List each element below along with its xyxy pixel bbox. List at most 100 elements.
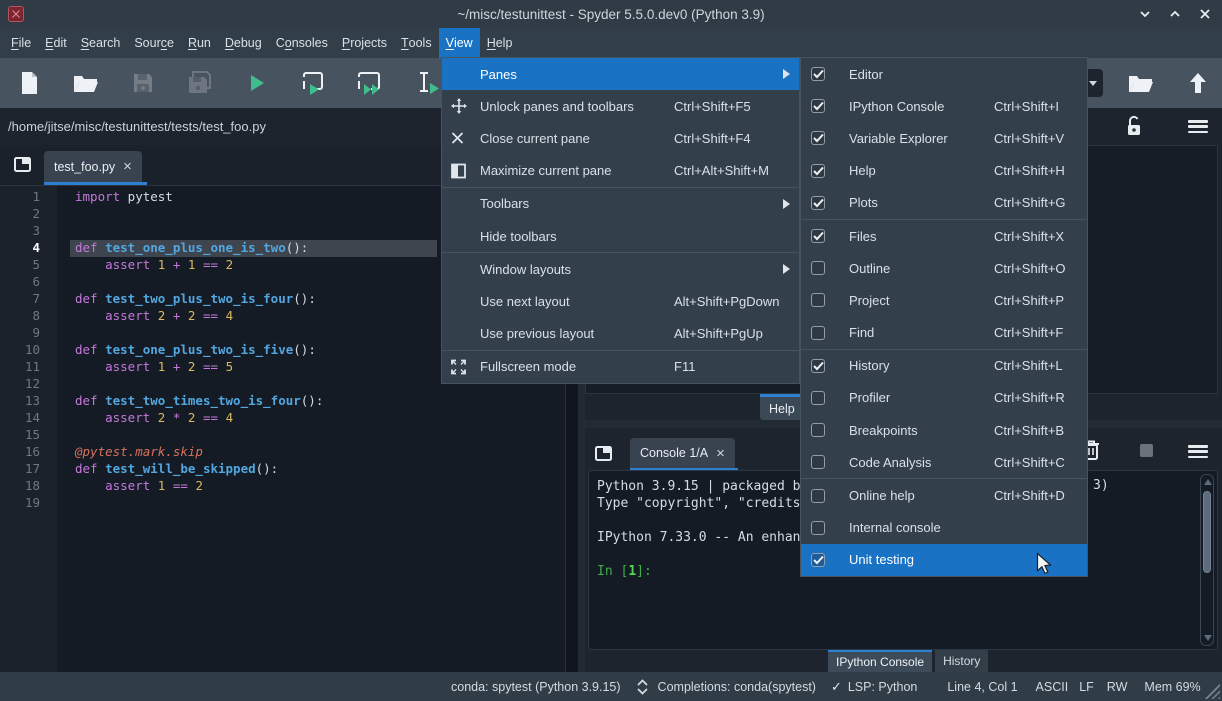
scrollbar-thumb[interactable] xyxy=(1203,491,1211,573)
encoding-status: ASCII xyxy=(1036,680,1069,694)
new-file-button[interactable] xyxy=(0,61,57,105)
panes-menu-item-ipython-console[interactable]: IPython ConsoleCtrl+Shift+I xyxy=(801,90,1087,122)
editor-tab[interactable]: test_foo.py × xyxy=(44,151,142,182)
resize-grip[interactable] xyxy=(1204,683,1220,699)
panes-menu-item-breakpoints[interactable]: BreakpointsCtrl+Shift+B xyxy=(801,414,1087,446)
checkbox-checked-icon[interactable] xyxy=(811,229,825,243)
parent-directory-button[interactable] xyxy=(1169,61,1222,105)
panes-menu-item-help[interactable]: HelpCtrl+Shift+H xyxy=(801,155,1087,187)
scroll-up-icon[interactable] xyxy=(1204,479,1212,485)
code-line: def test_two_times_two_is_four(): xyxy=(57,393,565,410)
checkbox-checked-icon[interactable] xyxy=(811,164,825,178)
help-options-menu-button[interactable] xyxy=(1188,120,1208,133)
panes-menu-item-internal-console[interactable]: Internal console xyxy=(801,512,1087,544)
conda-env-status: conda: spytest (Python 3.9.15) xyxy=(451,680,621,694)
tab-history[interactable]: History xyxy=(935,650,988,672)
view-menu-item-hide-toolbars[interactable]: Hide toolbars xyxy=(442,220,799,252)
menubar-item-run[interactable]: Run xyxy=(181,28,218,58)
line-number: 3 xyxy=(0,223,57,240)
open-file-button[interactable] xyxy=(57,61,114,105)
statusbar: conda: spytest (Python 3.9.15) Completio… xyxy=(0,672,1222,701)
browse-tabs-icon[interactable] xyxy=(14,157,31,172)
line-number: 18 xyxy=(0,478,57,495)
tab-help[interactable]: Help xyxy=(760,394,804,420)
menu-item-label: Window layouts xyxy=(480,262,571,277)
minimize-button[interactable] xyxy=(1134,3,1156,25)
view-menu-item-fullscreen-mode[interactable]: Fullscreen modeF11 xyxy=(442,351,799,383)
checkbox-unchecked-icon[interactable] xyxy=(811,326,825,340)
panes-menu-item-plots[interactable]: PlotsCtrl+Shift+G xyxy=(801,187,1087,219)
menubar-item-help[interactable]: Help xyxy=(480,28,520,58)
save-all-button[interactable] xyxy=(171,61,228,105)
checkbox-unchecked-icon[interactable] xyxy=(811,261,825,275)
maximize-button[interactable] xyxy=(1164,3,1186,25)
checkbox-checked-icon[interactable] xyxy=(811,359,825,373)
menu-item-label: Hide toolbars xyxy=(480,229,557,244)
view-menu-item-use-previous-layout[interactable]: Use previous layoutAlt+Shift+PgUp xyxy=(442,318,799,350)
run-cell-advance-button[interactable] xyxy=(342,61,399,105)
menubar-item-edit[interactable]: Edit xyxy=(38,28,74,58)
run-file-button[interactable] xyxy=(228,61,285,105)
maximize-icon xyxy=(451,163,466,178)
save-file-button[interactable] xyxy=(114,61,171,105)
checkbox-checked-icon[interactable] xyxy=(811,131,825,145)
close-button[interactable] xyxy=(1194,3,1216,25)
panes-menu-item-online-help[interactable]: Online helpCtrl+Shift+D xyxy=(801,479,1087,511)
panes-menu-item-outline[interactable]: OutlineCtrl+Shift+O xyxy=(801,252,1087,284)
tab-close-icon[interactable]: × xyxy=(716,446,725,461)
unlock-pane-icon[interactable] xyxy=(1125,115,1143,137)
menu-item-shortcut: Ctrl+Shift+D xyxy=(994,488,1065,503)
checkbox-checked-icon[interactable] xyxy=(811,67,825,81)
scroll-down-icon[interactable] xyxy=(1204,635,1212,641)
checkbox-unchecked-icon[interactable] xyxy=(811,293,825,307)
console-options-menu-button[interactable] xyxy=(1188,445,1208,458)
chevron-down-icon xyxy=(1089,81,1097,86)
menubar-item-search[interactable]: Search xyxy=(74,28,128,58)
completions-icon xyxy=(635,679,650,695)
console-scrollbar[interactable] xyxy=(1200,474,1214,646)
panes-menu-item-find[interactable]: FindCtrl+Shift+F xyxy=(801,317,1087,349)
view-menu-item-maximize-current-pane[interactable]: Maximize current paneCtrl+Alt+Shift+M xyxy=(442,155,799,187)
checkbox-unchecked-icon[interactable] xyxy=(811,489,825,503)
menu-item-shortcut: Ctrl+Shift+B xyxy=(994,423,1064,438)
checkbox-unchecked-icon[interactable] xyxy=(811,521,825,535)
tab-ipython-console[interactable]: IPython Console xyxy=(828,650,932,672)
checkbox-checked-icon[interactable] xyxy=(811,196,825,210)
interrupt-kernel-icon[interactable] xyxy=(1140,444,1153,457)
line-number: 10 xyxy=(0,342,57,359)
menubar-item-file[interactable]: File xyxy=(4,28,38,58)
panes-menu-item-history[interactable]: HistoryCtrl+Shift+L xyxy=(801,350,1087,382)
checkbox-unchecked-icon[interactable] xyxy=(811,455,825,469)
panes-menu-item-profiler[interactable]: ProfilerCtrl+Shift+R xyxy=(801,382,1087,414)
panes-menu-item-files[interactable]: FilesCtrl+Shift+X xyxy=(801,220,1087,252)
console-tab[interactable]: Console 1/A × xyxy=(630,438,735,468)
panes-menu-item-editor[interactable]: Editor xyxy=(801,58,1087,90)
menubar-item-tools[interactable]: Tools xyxy=(394,28,439,58)
run-cell-button[interactable] xyxy=(285,61,342,105)
view-menu-item-toolbars[interactable]: Toolbars xyxy=(442,188,799,220)
menubar-item-consoles[interactable]: Consoles xyxy=(269,28,335,58)
view-menu-item-panes[interactable]: Panes xyxy=(442,58,799,90)
view-menu-item-close-current-pane[interactable]: Close current paneCtrl+Shift+F4 xyxy=(442,122,799,154)
menu-item-label: IPython Console xyxy=(849,99,944,114)
checkbox-checked-icon[interactable] xyxy=(811,99,825,113)
menubar-item-projects[interactable]: Projects xyxy=(335,28,394,58)
panes-menu-item-project[interactable]: ProjectCtrl+Shift+P xyxy=(801,284,1087,316)
menu-item-label: Profiler xyxy=(849,390,890,405)
checkbox-unchecked-icon[interactable] xyxy=(811,391,825,405)
menubar-item-view[interactable]: View xyxy=(439,28,480,58)
checkbox-unchecked-icon[interactable] xyxy=(811,423,825,437)
browse-working-directory-button[interactable] xyxy=(1112,61,1169,105)
browse-tabs-icon[interactable] xyxy=(595,446,612,461)
view-menu-item-use-next-layout[interactable]: Use next layoutAlt+Shift+PgDown xyxy=(442,285,799,317)
view-menu-item-unlock-panes-and-toolbars[interactable]: Unlock panes and toolbarsCtrl+Shift+F5 xyxy=(442,90,799,122)
menubar-item-source[interactable]: Source xyxy=(127,28,181,58)
line-number: 16 xyxy=(0,444,57,461)
view-menu-item-window-layouts[interactable]: Window layouts xyxy=(442,253,799,285)
help-tab-label: Help xyxy=(769,402,795,416)
panes-menu-item-variable-explorer[interactable]: Variable ExplorerCtrl+Shift+V xyxy=(801,122,1087,154)
panes-menu-item-code-analysis[interactable]: Code AnalysisCtrl+Shift+C xyxy=(801,446,1087,478)
tab-close-icon[interactable]: × xyxy=(123,159,132,174)
checkbox-checked-icon[interactable] xyxy=(811,553,825,567)
menubar-item-debug[interactable]: Debug xyxy=(218,28,269,58)
